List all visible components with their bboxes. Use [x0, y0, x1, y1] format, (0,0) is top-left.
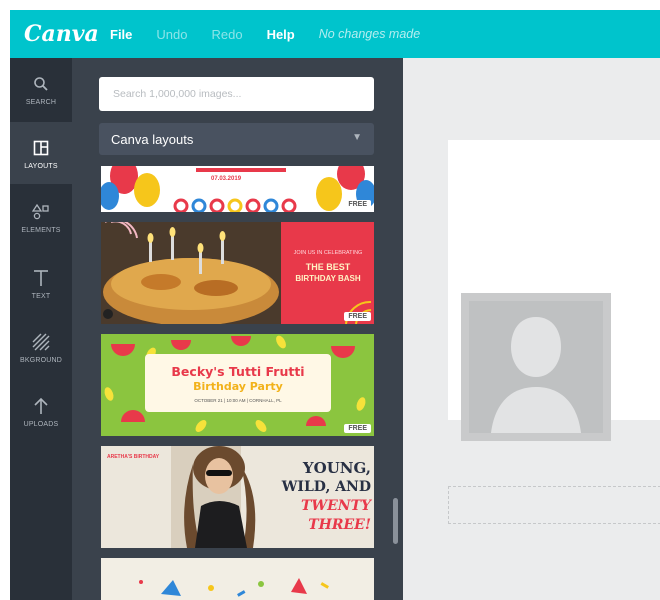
text-placeholder-box[interactable]	[448, 486, 660, 524]
template-headline2: WILD, AND	[281, 479, 371, 495]
nav-text[interactable]: TEXT	[10, 252, 72, 314]
text-icon	[30, 267, 52, 289]
free-badge: FREE	[344, 312, 371, 321]
panel-scrollbar[interactable]	[393, 498, 398, 544]
layouts-panel: Canva layouts ▼ 07.03.2019	[72, 58, 403, 600]
help-menu[interactable]: Help	[267, 27, 295, 42]
layout-source-dropdown[interactable]: Canva layouts ▼	[99, 123, 374, 155]
template-balloons[interactable]: 07.03.2019 FREE	[101, 166, 374, 212]
template-headline4: THREE!	[308, 517, 371, 533]
upload-icon	[30, 395, 52, 417]
template-headline3: TWENTY	[300, 498, 371, 514]
canva-logo[interactable]: Canva	[24, 21, 110, 47]
confetti-artwork	[139, 578, 329, 597]
free-badge: FREE	[344, 424, 371, 433]
template-tutti-frutti[interactable]: Becky's Tutti Frutti Birthday Party OCTO…	[101, 334, 374, 436]
template-invite-line: JOIN US IN CELEBRATING	[293, 250, 363, 256]
nav-layouts-label: LAYOUTS	[24, 162, 58, 170]
layouts-icon	[30, 137, 52, 159]
template-event: Birthday Party	[193, 380, 283, 393]
nav-elements[interactable]: ELEMENTS	[10, 186, 72, 248]
nav-search[interactable]: SEARCH	[10, 58, 72, 120]
template-confetti[interactable]	[101, 558, 374, 600]
template-details: OCTOBER 21 | 10:00 AM | CORNHALL, PL	[194, 398, 282, 403]
top-bar: Canva File Undo Redo Help No changes mad…	[10, 10, 660, 58]
balloons-artwork	[101, 166, 374, 212]
background-icon	[30, 331, 52, 353]
template-birthday-bash[interactable]: JOIN US IN CELEBRATING THE BEST BIRTHDAY…	[101, 222, 374, 324]
elements-icon	[30, 201, 52, 223]
undo-button[interactable]: Undo	[156, 27, 187, 42]
design-canvas-area	[403, 58, 660, 600]
file-menu[interactable]: File	[110, 27, 132, 42]
nav-text-label: TEXT	[31, 292, 51, 300]
search-icon	[30, 73, 52, 95]
template-title-line1: THE BEST	[305, 262, 351, 272]
dropdown-value: Canva layouts	[111, 131, 194, 147]
nav-layouts[interactable]: LAYOUTS	[10, 122, 72, 184]
template-small-caption: ARETHA'S BIRTHDAY	[107, 454, 160, 460]
nav-search-label: SEARCH	[25, 98, 57, 106]
redo-button[interactable]: Redo	[211, 27, 242, 42]
person-silhouette-icon	[461, 293, 611, 441]
nav-background-label: BKGROUND	[19, 356, 63, 364]
template-young-wild[interactable]: ARETHA'S BIRTHDAY YOUNG, WILD, AND TWENT…	[101, 446, 374, 548]
template-headline1: YOUNG,	[302, 459, 371, 477]
save-status: No changes made	[318, 27, 421, 41]
nav-elements-label: ELEMENTS	[21, 226, 61, 234]
nav-uploads[interactable]: UPLOADS	[10, 380, 72, 442]
nav-uploads-label: UPLOADS	[23, 420, 59, 428]
canva-editor: Canva File Undo Redo Help No changes mad…	[10, 10, 660, 600]
cake-photo	[101, 222, 374, 324]
side-nav: SEARCH LAYOUTS ELEMENTS TEXT BKGROUND UP…	[10, 58, 72, 600]
template-name: Becky's Tutti Frutti	[171, 364, 305, 379]
nav-background[interactable]: BKGROUND	[10, 316, 72, 378]
free-badge: FREE	[344, 200, 371, 209]
chevron-down-icon: ▼	[352, 132, 362, 143]
template-date: 07.03.2019	[211, 176, 242, 182]
image-search-input[interactable]	[99, 77, 374, 111]
template-title-line2: BIRTHDAY BASH	[295, 274, 361, 283]
profile-photo-placeholder[interactable]	[461, 293, 611, 441]
